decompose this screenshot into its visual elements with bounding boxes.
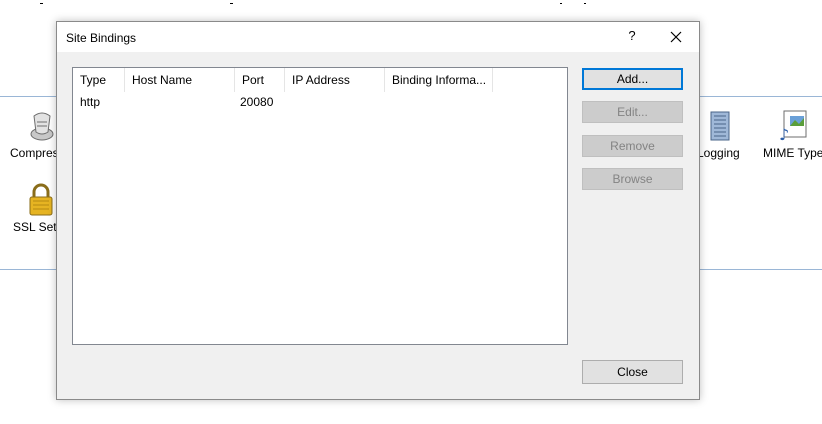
close-icon[interactable] xyxy=(664,26,688,48)
column-header-port[interactable]: Port xyxy=(235,68,285,92)
column-header-host-name[interactable]: Host Name xyxy=(125,68,235,92)
svg-text:♪: ♪ xyxy=(779,125,789,142)
compression-label[interactable]: Compres xyxy=(10,146,59,160)
dialog-title: Site Bindings xyxy=(66,31,137,45)
mime-types-icon[interactable]: ♪ xyxy=(778,108,810,145)
column-header-binding-information[interactable]: Binding Informa... xyxy=(385,68,493,92)
compression-icon[interactable] xyxy=(28,108,58,145)
cell-port: 20080 xyxy=(240,95,274,109)
site-bindings-dialog: Site Bindings ? Type Host Name Port IP A… xyxy=(56,21,700,400)
edit-button[interactable]: Edit... xyxy=(582,101,683,123)
column-header-type[interactable]: Type xyxy=(73,68,125,92)
cell-type: http xyxy=(80,95,101,109)
close-button[interactable]: Close xyxy=(582,360,683,384)
logging-label[interactable]: Logging xyxy=(697,146,740,160)
lock-icon[interactable] xyxy=(28,183,54,220)
remove-button[interactable]: Remove xyxy=(582,135,683,157)
browse-button[interactable]: Browse xyxy=(582,168,683,190)
table-row[interactable]: http 20080 xyxy=(73,92,567,112)
top-cutoff-text xyxy=(0,0,822,4)
help-button[interactable]: ? xyxy=(625,28,639,43)
dialog-titlebar[interactable]: Site Bindings ? xyxy=(57,22,699,52)
bindings-list[interactable]: Type Host Name Port IP Address Binding I… xyxy=(72,67,568,345)
logging-icon[interactable] xyxy=(708,110,732,145)
column-header-ip-address[interactable]: IP Address xyxy=(285,68,385,92)
add-button[interactable]: Add... xyxy=(582,68,683,90)
mime-types-label[interactable]: MIME Type xyxy=(763,146,822,160)
